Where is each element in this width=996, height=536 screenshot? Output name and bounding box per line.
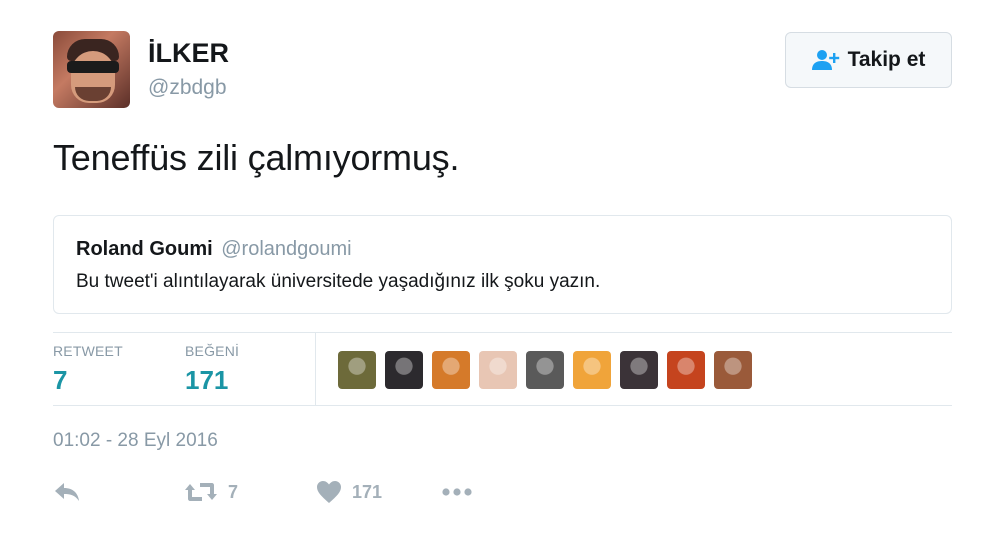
like-button[interactable]: 171 (316, 480, 382, 504)
quoted-author-name: Roland Goumi (76, 238, 213, 260)
liker-avatar-3[interactable] (432, 351, 470, 389)
tweet-text: Teneffüs zili çalmıyormuş. (53, 137, 460, 178)
add-user-icon (811, 49, 840, 71)
liker-avatar-4[interactable] (479, 351, 517, 389)
quoted-tweet-text: Bu tweet'i alıntılayarak üniversitede ya… (76, 271, 601, 292)
tweet-stats: RETWEET 7 BEĞENİ 171 (53, 332, 952, 406)
heart-icon (316, 480, 342, 504)
author-name[interactable]: İLKER (148, 38, 229, 69)
author-handle[interactable]: @zbdgb (148, 76, 227, 100)
reply-icon (53, 480, 81, 504)
retweet-stat-label: RETWEET (53, 343, 123, 359)
liker-avatars (338, 351, 752, 389)
retweet-stat[interactable]: RETWEET 7 (53, 343, 123, 396)
more-icon (441, 480, 473, 504)
retweet-stat-value: 7 (53, 365, 68, 395)
liker-avatar-2[interactable] (385, 351, 423, 389)
quoted-tweet-header: Roland Goumi @rolandgoumi (76, 238, 929, 261)
quoted-author-handle: @rolandgoumi (221, 238, 352, 260)
like-stat-value: 171 (185, 365, 229, 395)
liker-avatar-1[interactable] (338, 351, 376, 389)
liker-avatar-5[interactable] (526, 351, 564, 389)
quoted-tweet[interactable]: Roland Goumi @rolandgoumi Bu tweet'i alı… (53, 215, 952, 314)
retweet-button[interactable]: 7 (184, 480, 238, 504)
follow-button[interactable]: Takip et (785, 32, 952, 88)
retweet-count: 7 (228, 481, 239, 502)
retweet-icon (184, 480, 218, 504)
liker-avatar-9[interactable] (714, 351, 752, 389)
like-stat[interactable]: BEĞENİ 171 (185, 343, 239, 396)
stats-divider (315, 333, 316, 405)
liker-avatar-6[interactable] (573, 351, 611, 389)
like-stat-label: BEĞENİ (185, 343, 240, 359)
reply-button[interactable] (53, 480, 81, 504)
author-avatar[interactable] (53, 31, 130, 108)
liker-avatar-8[interactable] (667, 351, 705, 389)
more-button[interactable] (441, 480, 473, 504)
follow-button-label: Takip et (847, 48, 926, 71)
tweet-timestamp[interactable]: 01:02 - 28 Eyl 2016 (53, 430, 218, 452)
like-count: 171 (352, 481, 383, 502)
avatar-sunglasses (67, 61, 119, 73)
liker-avatar-7[interactable] (620, 351, 658, 389)
